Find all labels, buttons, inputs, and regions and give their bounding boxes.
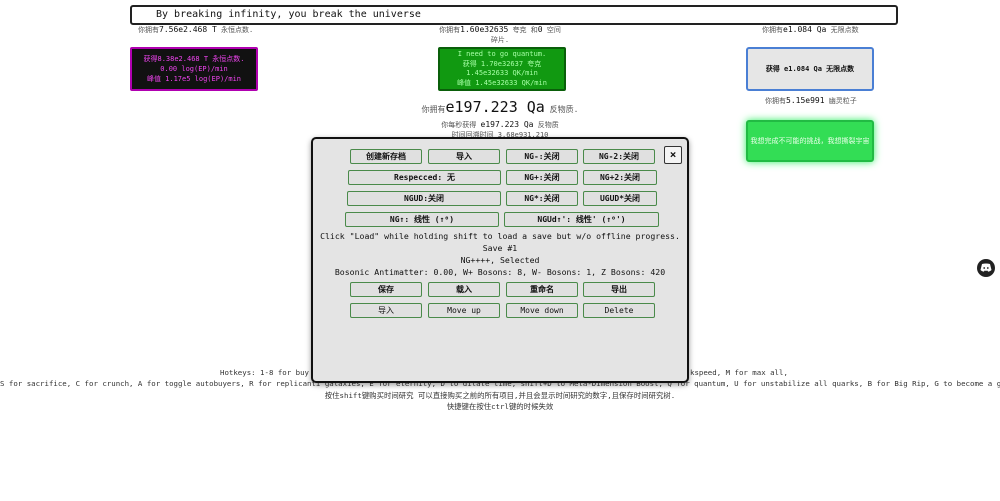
import-into-slot-button[interactable]: 导入 [350, 303, 422, 318]
save-options-modal: 创建新存档 导入 NG-:关闭 NG-2:关闭 × Respecced: 无 N… [311, 137, 689, 383]
antimatter-value: e197.223 Qa [445, 98, 545, 116]
save-title: Save #1 [482, 243, 518, 253]
eternity-points-label: 你拥有7.56e2.468 T 永恒点数. [138, 25, 253, 35]
infinity-points-label: 你拥有e1.084 Qa 无限点数 [762, 25, 859, 35]
close-icon[interactable]: × [664, 146, 682, 164]
eternity-gain-text: 获得8.38e2.468 T 永恒点数. [143, 55, 245, 63]
import-save-button[interactable]: 导入 [428, 149, 500, 164]
hotkeys-line-1-right: kspeed, M for max all, [690, 368, 788, 377]
ng-plus-toggle[interactable]: NG+:关闭 [506, 170, 578, 185]
eternity-points-suffix: 永恒点数. [221, 26, 254, 34]
quantum-peak-text: 峰值 1.45e32633 QK/min [457, 78, 547, 87]
big-crunch-label: 获得 e1.084 Qa 无限点数 [765, 65, 855, 73]
move-down-button[interactable]: Move down [506, 303, 578, 318]
quantum-button[interactable]: I need to go quantum. 获得 1.70e32637 夸克 1… [438, 47, 566, 91]
per-sec-prefix: 你每秒获得 [441, 121, 477, 129]
infinity-points-prefix: 你拥有 [762, 26, 783, 34]
ng-up-toggle[interactable]: NG↑: 线性 (↑⁰) [345, 212, 499, 227]
eternity-points-prefix: 你拥有 [138, 26, 159, 34]
load-button[interactable]: 载入 [428, 282, 500, 297]
quarks-prefix: 你拥有 [439, 26, 461, 34]
quarks-label: 你拥有1.60e32635 夸克 和0 空间碎片. [438, 25, 562, 45]
per-sec-suffix: 反物质 [537, 121, 559, 129]
ngud-up-toggle[interactable]: NGUd↑': 线性' (↑⁰') [504, 212, 659, 227]
eternity-points-value: 7.56e2.468 T [159, 25, 217, 34]
respecced-toggle[interactable]: Respecced: 无 [348, 170, 501, 185]
eternity-button[interactable]: 获得8.38e2.468 T 永恒点数. 0.00 log(EP)/min 峰值… [130, 47, 258, 91]
load-hint-text: Click "Load" while holding shift to load… [320, 231, 680, 241]
quantum-title-text: I need to go quantum. [457, 50, 547, 58]
big-crunch-button[interactable]: 获得 e1.084 Qa 无限点数 [746, 47, 874, 91]
save-stats: Bosonic Antimatter: 0.00, W+ Bosons: 8, … [334, 267, 666, 277]
hotkeys-line-3: 按住shift键购买时间研究 可以直接购买之前的所有项目,并且会显示时间研究的数… [324, 391, 676, 400]
eternity-rate-text: 0.00 log(EP)/min [160, 65, 228, 73]
ugud-star-toggle[interactable]: UGUD*关闭 [583, 191, 657, 206]
quarks-value: 1.60e32635 [460, 25, 509, 34]
quarks-mid: 夸克 和 [512, 26, 538, 34]
eternity-peak-text: 峰值 1.17e5 log(EP)/min [146, 75, 242, 83]
hotkeys-line-1-left: Hotkeys: 1-8 for buy 1 [220, 368, 318, 377]
create-save-button[interactable]: 创建新存档 [350, 149, 422, 164]
ng-star-toggle[interactable]: NG*:关闭 [506, 191, 578, 206]
rename-button[interactable]: 重命名 [506, 282, 578, 297]
antimatter-prefix: 你拥有 [421, 105, 446, 114]
infinity-points-suffix: 无限点数 [830, 26, 859, 34]
save-button[interactable]: 保存 [350, 282, 422, 297]
antimatter-per-second: 你每秒获得 e197.223 Qa 反物质 [0, 120, 1000, 130]
antimatter-display: 你拥有e197.223 Qa 反物质. [0, 98, 1000, 116]
discord-icon[interactable] [977, 259, 995, 277]
infinity-points-value: e1.084 Qa [783, 25, 827, 34]
delete-button[interactable]: Delete [583, 303, 655, 318]
ng-minus-2-toggle[interactable]: NG-2:关闭 [583, 149, 655, 164]
quantum-rate-text: 1.45e32633 QK/min [466, 69, 538, 77]
news-ticker: By breaking infinity, you break the univ… [130, 5, 898, 25]
per-sec-value: e197.223 Qa [480, 120, 534, 129]
quantum-gain-text: 获得 1.70e32637 夸克 [462, 59, 542, 68]
ng-plus-2-toggle[interactable]: NG+2:关闭 [583, 170, 657, 185]
antimatter-suffix: 反物质. [549, 105, 579, 114]
ngud-toggle[interactable]: NGUD:关闭 [347, 191, 501, 206]
hotkeys-line-4: 快捷键在按住ctrl键的时候失效 [446, 402, 554, 411]
export-button[interactable]: 导出 [583, 282, 655, 297]
news-text: By breaking infinity, you break the univ… [156, 9, 421, 20]
ng-minus-toggle[interactable]: NG-:关闭 [506, 149, 578, 164]
move-up-button[interactable]: Move up [428, 303, 500, 318]
save-mode: NG++++, Selected [460, 255, 540, 265]
space-shards-value: 0 [537, 25, 543, 34]
